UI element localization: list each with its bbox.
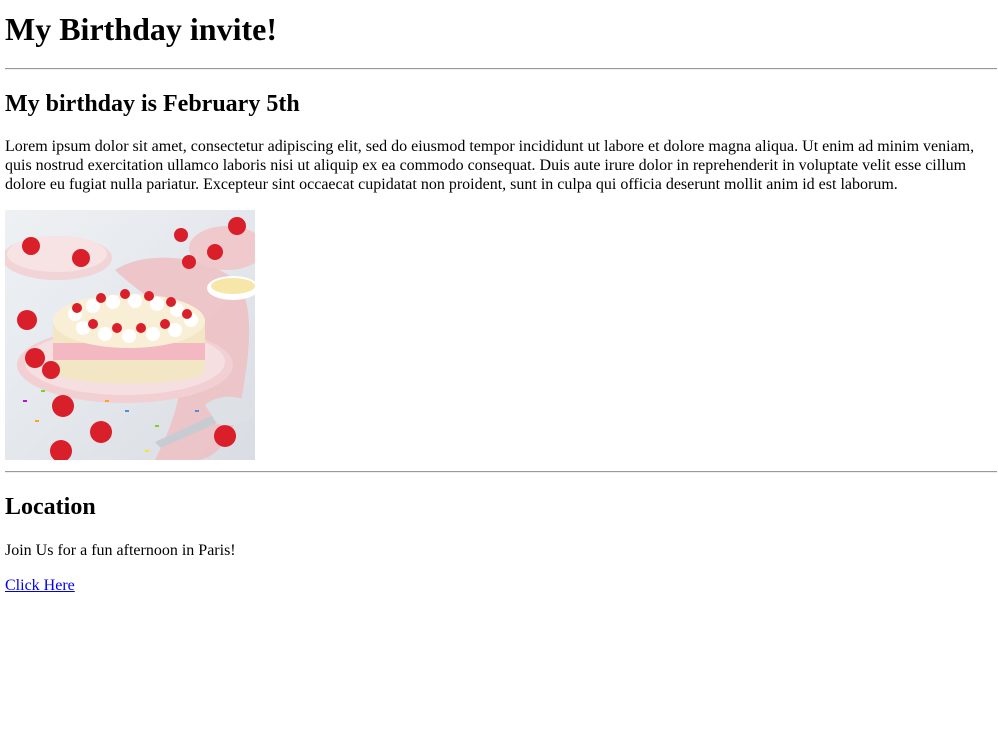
page-title: My Birthday invite!: [5, 11, 277, 47]
birthday-cake-image: [5, 210, 255, 460]
divider: [5, 471, 997, 473]
link-paragraph: Click Here: [5, 576, 993, 595]
page: My Birthday invite! My birthday is Febru…: [0, 0, 998, 595]
location-text: Join Us for a fun afternoon in Paris!: [5, 542, 236, 559]
divider: [5, 68, 997, 70]
birthday-heading: My birthday is February 5th: [5, 91, 300, 117]
location-heading: Location: [5, 494, 96, 520]
body-paragraph: Lorem ipsum dolor sit amet, consectetur …: [5, 138, 975, 193]
click-here-link[interactable]: Click Here: [5, 577, 75, 594]
